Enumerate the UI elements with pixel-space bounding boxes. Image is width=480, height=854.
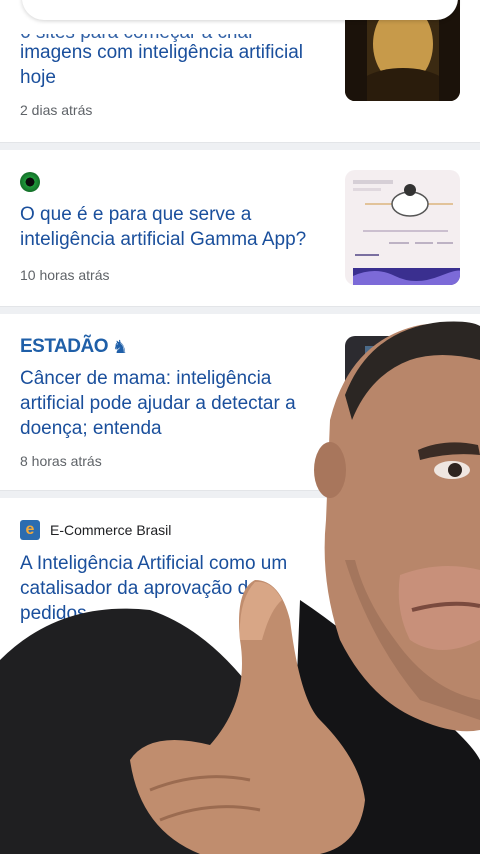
news-card[interactable]: 6 sites para começar a criar imagens com…: [0, 0, 480, 143]
news-headline[interactable]: O que é e para que serve a inteligência …: [20, 202, 330, 252]
news-headline[interactable]: imagens com inteligência artificial hoje: [20, 40, 330, 90]
news-source: e E-Commerce Brasil: [20, 520, 171, 540]
news-card[interactable]: O que é e para que serve a inteligência …: [0, 150, 480, 307]
news-card[interactable]: ESTADÃO ♞ Câncer de mama: inteligência a…: [0, 314, 480, 491]
news-timestamp: 8 horas atrás: [20, 453, 102, 469]
news-source: ESTADÃO ♞: [20, 336, 128, 358]
news-headline[interactable]: A Inteligência Artificial como um catali…: [20, 551, 330, 626]
news-thumbnail[interactable]: [345, 336, 460, 451]
news-source: [20, 172, 40, 192]
ecommerce-brasil-logo-icon: e: [20, 520, 40, 540]
news-headline[interactable]: Câncer de mama: inteligência artificial …: [20, 366, 330, 441]
news-card[interactable]: e E-Commerce Brasil A Inteligência Artif…: [0, 498, 480, 854]
horse-logo-icon: ♞: [111, 336, 129, 357]
news-timestamp: 10 horas atrás: [20, 267, 110, 283]
source-name: E-Commerce Brasil: [50, 522, 172, 538]
search-bar[interactable]: [22, 0, 458, 20]
news-timestamp: 2 dias atrás: [20, 102, 93, 118]
source-logo-icon: [20, 172, 40, 192]
news-thumbnail[interactable]: [345, 170, 460, 285]
source-name: ESTADÃO: [20, 336, 108, 357]
